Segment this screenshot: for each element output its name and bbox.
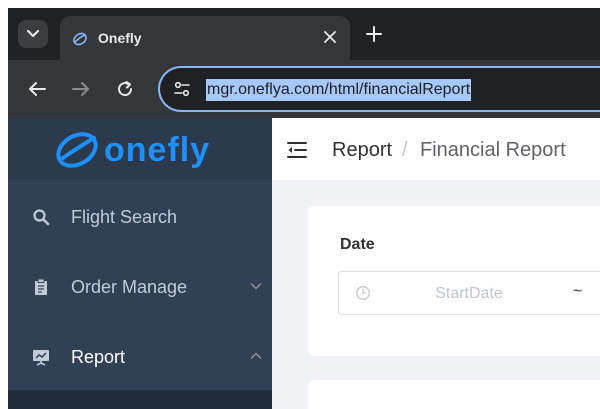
clipboard-icon bbox=[35, 278, 47, 295]
search-icon bbox=[33, 209, 50, 226]
browser-tab-strip: Onefly bbox=[8, 8, 600, 60]
logo[interactable]: onefly bbox=[8, 118, 272, 181]
sidebar-item-label: Order Manage bbox=[71, 277, 188, 297]
date-range-picker[interactable]: ~ bbox=[338, 271, 600, 315]
back-button[interactable] bbox=[26, 78, 48, 100]
breadcrumb-report[interactable]: Report bbox=[332, 138, 392, 162]
sidebar-item-report[interactable]: Report bbox=[8, 322, 272, 392]
results-card bbox=[308, 380, 600, 409]
address-bar[interactable]: mgr.oneflya.com/html/financialReport bbox=[158, 66, 600, 112]
breadcrumb-separator: / bbox=[402, 139, 408, 161]
report-submenu bbox=[8, 390, 272, 409]
new-tab-plus-icon[interactable] bbox=[364, 24, 384, 44]
sidebar-item-flight-search[interactable]: Flight Search bbox=[8, 182, 272, 252]
arrow-left-icon bbox=[29, 82, 46, 96]
clock-icon bbox=[356, 286, 370, 300]
reload-button[interactable] bbox=[114, 78, 136, 100]
chevron-up-icon bbox=[250, 352, 262, 359]
breadcrumb-financial-report: Financial Report bbox=[420, 139, 566, 161]
main-content: Report / Financial Report Date ~ bbox=[272, 118, 600, 409]
menu-fold-icon[interactable] bbox=[286, 140, 308, 160]
top-navbar: Report / Financial Report bbox=[272, 118, 600, 180]
sidebar-item-label: Report bbox=[71, 347, 126, 367]
chevron-down-icon bbox=[250, 283, 262, 290]
sidebar-item-label: Flight Search bbox=[71, 207, 178, 227]
arrow-right-icon bbox=[72, 82, 89, 96]
chevron-down-icon bbox=[27, 30, 39, 38]
presentation-icon bbox=[33, 350, 49, 366]
reload-icon bbox=[118, 81, 133, 97]
forward-button[interactable] bbox=[70, 78, 92, 100]
url-text[interactable]: mgr.oneflya.com/html/financialReport bbox=[206, 79, 472, 101]
sidebar-item-order-manage[interactable]: Order Manage bbox=[8, 252, 272, 322]
browser-toolbar: mgr.oneflya.com/html/financialReport bbox=[8, 60, 600, 118]
date-label: Date bbox=[340, 236, 375, 253]
tab-search-button[interactable] bbox=[18, 20, 48, 48]
date-range-separator: ~ bbox=[573, 283, 583, 300]
logo-text: onefly bbox=[104, 131, 211, 169]
sidebar: onefly Flight Search Order Manage Report bbox=[8, 118, 272, 409]
site-settings-icon[interactable] bbox=[172, 79, 192, 99]
close-icon[interactable] bbox=[322, 29, 338, 45]
filter-card: Date ~ bbox=[308, 206, 600, 356]
browser-tab[interactable]: Onefly bbox=[60, 16, 350, 60]
onefly-logo-icon bbox=[73, 32, 87, 46]
start-date-input[interactable] bbox=[399, 282, 539, 306]
tab-title: Onefly bbox=[98, 30, 142, 46]
onefly-logo-icon bbox=[56, 132, 98, 168]
